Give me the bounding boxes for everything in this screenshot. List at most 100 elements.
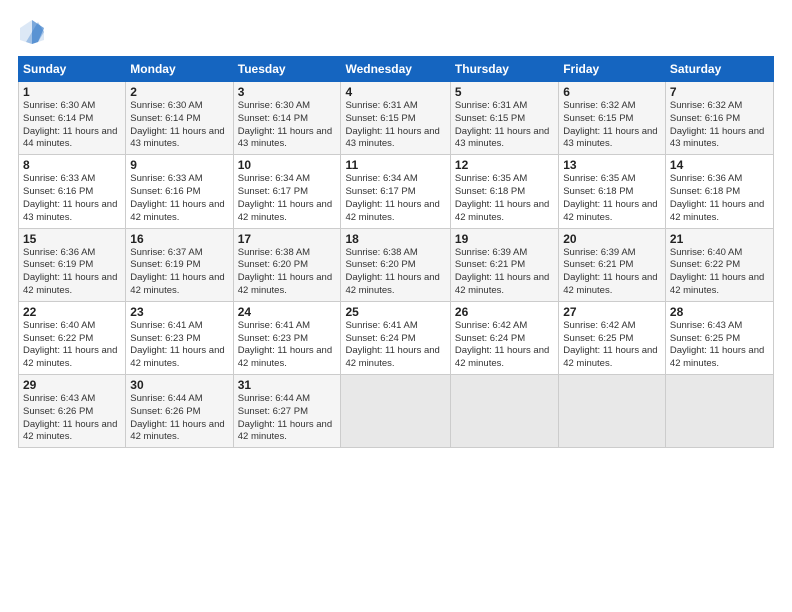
calendar-cell: 9 Sunrise: 6:33 AM Sunset: 6:16 PM Dayli… (126, 155, 233, 228)
day-number: 6 (563, 85, 661, 99)
calendar-cell: 11 Sunrise: 6:34 AM Sunset: 6:17 PM Dayl… (341, 155, 450, 228)
day-number: 18 (345, 232, 445, 246)
logo (18, 18, 50, 46)
day-info: Sunrise: 6:41 AM Sunset: 6:23 PM Dayligh… (130, 320, 228, 371)
calendar-cell: 27 Sunrise: 6:42 AM Sunset: 6:25 PM Dayl… (559, 301, 666, 374)
day-number: 31 (238, 378, 337, 392)
weekday-header-saturday: Saturday (665, 57, 773, 82)
calendar-cell: 23 Sunrise: 6:41 AM Sunset: 6:23 PM Dayl… (126, 301, 233, 374)
day-number: 7 (670, 85, 769, 99)
day-number: 24 (238, 305, 337, 319)
day-info: Sunrise: 6:40 AM Sunset: 6:22 PM Dayligh… (670, 247, 769, 298)
day-info: Sunrise: 6:41 AM Sunset: 6:24 PM Dayligh… (345, 320, 445, 371)
day-number: 11 (345, 158, 445, 172)
calendar-cell: 10 Sunrise: 6:34 AM Sunset: 6:17 PM Dayl… (233, 155, 341, 228)
weekday-header-tuesday: Tuesday (233, 57, 341, 82)
calendar-cell: 12 Sunrise: 6:35 AM Sunset: 6:18 PM Dayl… (450, 155, 558, 228)
day-number: 8 (23, 158, 121, 172)
day-info: Sunrise: 6:43 AM Sunset: 6:25 PM Dayligh… (670, 320, 769, 371)
day-info: Sunrise: 6:43 AM Sunset: 6:26 PM Dayligh… (23, 393, 121, 444)
day-info: Sunrise: 6:33 AM Sunset: 6:16 PM Dayligh… (23, 173, 121, 224)
weekday-header-friday: Friday (559, 57, 666, 82)
page: SundayMondayTuesdayWednesdayThursdayFrid… (0, 0, 792, 612)
day-info: Sunrise: 6:30 AM Sunset: 6:14 PM Dayligh… (130, 100, 228, 151)
calendar-cell: 8 Sunrise: 6:33 AM Sunset: 6:16 PM Dayli… (19, 155, 126, 228)
day-number: 30 (130, 378, 228, 392)
day-number: 22 (23, 305, 121, 319)
day-number: 21 (670, 232, 769, 246)
day-info: Sunrise: 6:36 AM Sunset: 6:18 PM Dayligh… (670, 173, 769, 224)
calendar-cell: 17 Sunrise: 6:38 AM Sunset: 6:20 PM Dayl… (233, 228, 341, 301)
calendar-cell: 2 Sunrise: 6:30 AM Sunset: 6:14 PM Dayli… (126, 82, 233, 155)
week-row-4: 22 Sunrise: 6:40 AM Sunset: 6:22 PM Dayl… (19, 301, 774, 374)
day-info: Sunrise: 6:39 AM Sunset: 6:21 PM Dayligh… (563, 247, 661, 298)
week-row-5: 29 Sunrise: 6:43 AM Sunset: 6:26 PM Dayl… (19, 375, 774, 448)
day-number: 5 (455, 85, 554, 99)
day-info: Sunrise: 6:42 AM Sunset: 6:24 PM Dayligh… (455, 320, 554, 371)
day-info: Sunrise: 6:44 AM Sunset: 6:27 PM Dayligh… (238, 393, 337, 444)
calendar-cell: 18 Sunrise: 6:38 AM Sunset: 6:20 PM Dayl… (341, 228, 450, 301)
day-number: 17 (238, 232, 337, 246)
day-number: 27 (563, 305, 661, 319)
calendar-cell: 20 Sunrise: 6:39 AM Sunset: 6:21 PM Dayl… (559, 228, 666, 301)
calendar-cell: 14 Sunrise: 6:36 AM Sunset: 6:18 PM Dayl… (665, 155, 773, 228)
day-number: 20 (563, 232, 661, 246)
day-info: Sunrise: 6:42 AM Sunset: 6:25 PM Dayligh… (563, 320, 661, 371)
calendar: SundayMondayTuesdayWednesdayThursdayFrid… (18, 56, 774, 448)
day-number: 23 (130, 305, 228, 319)
day-info: Sunrise: 6:34 AM Sunset: 6:17 PM Dayligh… (238, 173, 337, 224)
calendar-cell: 24 Sunrise: 6:41 AM Sunset: 6:23 PM Dayl… (233, 301, 341, 374)
calendar-cell (341, 375, 450, 448)
calendar-cell: 13 Sunrise: 6:35 AM Sunset: 6:18 PM Dayl… (559, 155, 666, 228)
calendar-cell: 25 Sunrise: 6:41 AM Sunset: 6:24 PM Dayl… (341, 301, 450, 374)
day-number: 29 (23, 378, 121, 392)
day-number: 10 (238, 158, 337, 172)
calendar-cell: 1 Sunrise: 6:30 AM Sunset: 6:14 PM Dayli… (19, 82, 126, 155)
week-row-2: 8 Sunrise: 6:33 AM Sunset: 6:16 PM Dayli… (19, 155, 774, 228)
day-number: 14 (670, 158, 769, 172)
weekday-header-wednesday: Wednesday (341, 57, 450, 82)
day-info: Sunrise: 6:34 AM Sunset: 6:17 PM Dayligh… (345, 173, 445, 224)
day-info: Sunrise: 6:39 AM Sunset: 6:21 PM Dayligh… (455, 247, 554, 298)
day-info: Sunrise: 6:37 AM Sunset: 6:19 PM Dayligh… (130, 247, 228, 298)
calendar-cell: 29 Sunrise: 6:43 AM Sunset: 6:26 PM Dayl… (19, 375, 126, 448)
day-number: 25 (345, 305, 445, 319)
day-info: Sunrise: 6:31 AM Sunset: 6:15 PM Dayligh… (455, 100, 554, 151)
day-info: Sunrise: 6:32 AM Sunset: 6:15 PM Dayligh… (563, 100, 661, 151)
day-info: Sunrise: 6:33 AM Sunset: 6:16 PM Dayligh… (130, 173, 228, 224)
calendar-cell: 5 Sunrise: 6:31 AM Sunset: 6:15 PM Dayli… (450, 82, 558, 155)
calendar-cell: 4 Sunrise: 6:31 AM Sunset: 6:15 PM Dayli… (341, 82, 450, 155)
day-info: Sunrise: 6:31 AM Sunset: 6:15 PM Dayligh… (345, 100, 445, 151)
calendar-cell: 26 Sunrise: 6:42 AM Sunset: 6:24 PM Dayl… (450, 301, 558, 374)
day-number: 2 (130, 85, 228, 99)
logo-icon (18, 18, 46, 46)
day-info: Sunrise: 6:32 AM Sunset: 6:16 PM Dayligh… (670, 100, 769, 151)
calendar-cell: 31 Sunrise: 6:44 AM Sunset: 6:27 PM Dayl… (233, 375, 341, 448)
weekday-header-thursday: Thursday (450, 57, 558, 82)
calendar-cell (665, 375, 773, 448)
calendar-cell: 30 Sunrise: 6:44 AM Sunset: 6:26 PM Dayl… (126, 375, 233, 448)
day-number: 4 (345, 85, 445, 99)
day-number: 9 (130, 158, 228, 172)
calendar-cell: 6 Sunrise: 6:32 AM Sunset: 6:15 PM Dayli… (559, 82, 666, 155)
week-row-1: 1 Sunrise: 6:30 AM Sunset: 6:14 PM Dayli… (19, 82, 774, 155)
weekday-header-monday: Monday (126, 57, 233, 82)
day-number: 19 (455, 232, 554, 246)
header (18, 18, 774, 46)
day-number: 26 (455, 305, 554, 319)
weekday-header-row: SundayMondayTuesdayWednesdayThursdayFrid… (19, 57, 774, 82)
calendar-cell: 28 Sunrise: 6:43 AM Sunset: 6:25 PM Dayl… (665, 301, 773, 374)
day-info: Sunrise: 6:35 AM Sunset: 6:18 PM Dayligh… (563, 173, 661, 224)
day-info: Sunrise: 6:38 AM Sunset: 6:20 PM Dayligh… (238, 247, 337, 298)
day-info: Sunrise: 6:38 AM Sunset: 6:20 PM Dayligh… (345, 247, 445, 298)
day-number: 1 (23, 85, 121, 99)
day-info: Sunrise: 6:30 AM Sunset: 6:14 PM Dayligh… (238, 100, 337, 151)
day-number: 13 (563, 158, 661, 172)
day-number: 12 (455, 158, 554, 172)
day-number: 3 (238, 85, 337, 99)
day-number: 15 (23, 232, 121, 246)
week-row-3: 15 Sunrise: 6:36 AM Sunset: 6:19 PM Dayl… (19, 228, 774, 301)
calendar-cell (559, 375, 666, 448)
calendar-cell (450, 375, 558, 448)
weekday-header-sunday: Sunday (19, 57, 126, 82)
